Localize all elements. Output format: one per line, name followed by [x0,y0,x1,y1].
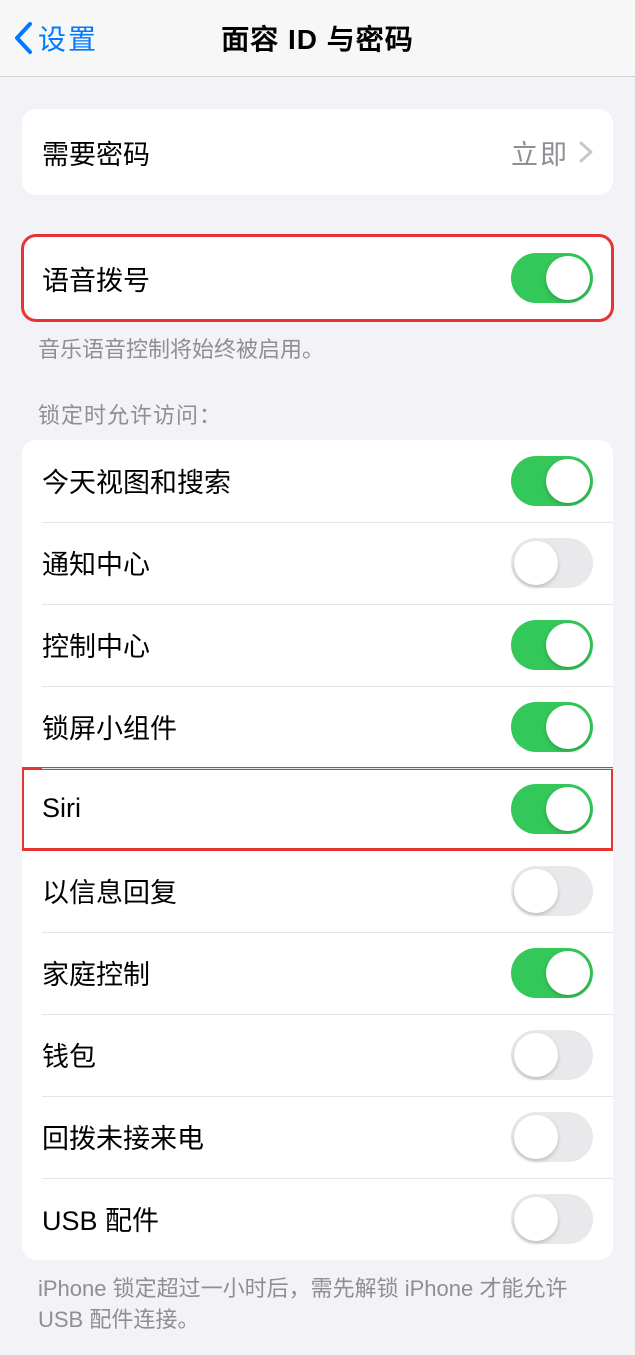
toggle-knob [546,256,590,300]
back-button[interactable]: 设置 [0,0,106,76]
toggle-knob [546,623,590,667]
voice-dial-group: 语音拨号 [22,235,613,321]
locked-access-row: 家庭控制 [22,932,613,1014]
locked-access-row: 通知中心 [22,522,613,604]
toggle[interactable] [511,784,593,834]
locked-access-group: 今天视图和搜索通知中心控制中心锁屏小组件 Siri 以信息回复家庭控制钱包回拨未接来… [22,440,613,1260]
locked-access-header: 锁定时允许访问： [38,398,597,430]
navigation-bar: 设置 面容 ID 与密码 [0,0,635,77]
toggle-knob [514,541,558,585]
voice-dial-row: 语音拨号 [22,235,613,321]
toggle[interactable] [511,456,593,506]
require-passcode-label: 需要密码 [42,133,511,172]
toggle-knob [546,951,590,995]
row-label: USB 配件 [42,1199,511,1238]
locked-access-row: 以信息回复 [22,850,613,932]
row-label: 通知中心 [42,543,511,582]
voice-dial-toggle[interactable] [511,253,593,303]
row-label: 钱包 [42,1035,511,1074]
toggle[interactable] [511,538,593,588]
toggle[interactable] [511,702,593,752]
locked-access-row: 钱包 [22,1014,613,1096]
back-label: 设置 [38,18,98,58]
require-passcode-row[interactable]: 需要密码 立即 [22,109,613,195]
voice-dial-label: 语音拨号 [42,259,511,298]
row-label: 家庭控制 [42,953,511,992]
row-label: 锁屏小组件 [42,707,511,746]
row-label: 以信息回复 [42,871,511,910]
page-title: 面容 ID 与密码 [221,18,414,58]
locked-access-footer: iPhone 锁定超过一小时后，需先解锁 iPhone 才能允许 USB 配件连… [38,1274,597,1336]
toggle-knob [546,787,590,831]
chevron-right-icon [579,141,593,163]
locked-access-row: USB 配件 [22,1178,613,1260]
voice-dial-footer: 音乐语音控制将始终被启用。 [38,335,597,366]
toggle[interactable] [511,1112,593,1162]
toggle[interactable] [511,866,593,916]
row-label: Siri [42,793,511,824]
toggle[interactable] [511,1194,593,1244]
locked-access-row: 锁屏小组件 [22,686,613,768]
require-passcode-group: 需要密码 立即 [22,109,613,195]
locked-access-row: Siri [22,768,613,850]
require-passcode-value: 立即 [511,133,569,172]
toggle-knob [546,705,590,749]
settings-content: 需要密码 立即 语音拨号 音乐语音控制将始终被启用。 锁定时允许访问： 今天视图… [0,77,635,1355]
toggle[interactable] [511,948,593,998]
toggle-knob [514,1197,558,1241]
toggle-knob [514,869,558,913]
toggle-knob [514,1033,558,1077]
chevron-left-icon [12,21,34,55]
toggle[interactable] [511,620,593,670]
toggle-knob [546,459,590,503]
row-label: 控制中心 [42,625,511,664]
row-label: 回拨未接来电 [42,1117,511,1156]
locked-access-row: 今天视图和搜索 [22,440,613,522]
locked-access-row: 控制中心 [22,604,613,686]
toggle[interactable] [511,1030,593,1080]
locked-access-row: 回拨未接来电 [22,1096,613,1178]
row-label: 今天视图和搜索 [42,461,511,500]
toggle-knob [514,1115,558,1159]
